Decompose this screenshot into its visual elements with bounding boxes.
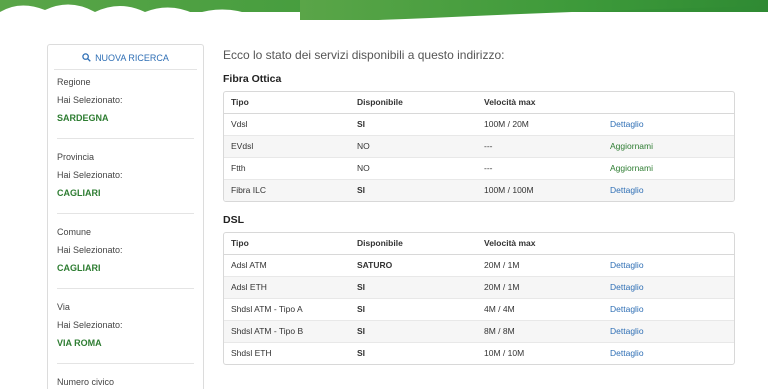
sidebar-block-via: Via Hai Selezionato: VIA ROMA (48, 298, 203, 352)
dettaglio-link[interactable]: Dettaglio (610, 260, 644, 270)
cell-tipo: Shdsl ATM - Tipo B (224, 319, 350, 342)
cell-disponibile: SATURO (357, 260, 393, 270)
table-row: Adsl ETH SI 20M / 1M Dettaglio (224, 275, 734, 298)
field-label: Regione (57, 77, 91, 87)
new-search-label: NUOVA RICERCA (95, 52, 169, 63)
dettaglio-link[interactable]: Dettaglio (610, 304, 644, 314)
sidebar-block-comune: Comune Hai Selezionato: CAGLIARI (48, 223, 203, 277)
table-header-row: Tipo Disponibile Velocità max (224, 233, 734, 255)
cell-tipo: Adsl ETH (224, 275, 350, 298)
cell-action: Dettaglio (603, 113, 734, 135)
cell-disponibile: SI (350, 275, 477, 298)
search-icon (82, 53, 91, 62)
cell-velocita: 4M / 4M (477, 297, 603, 320)
divider (57, 138, 194, 139)
cell-velocita: 20M / 1M (477, 275, 603, 298)
cell-tipo: Ftth (224, 156, 350, 179)
column-header: Disponibile (350, 92, 477, 114)
selected-value[interactable]: VIA ROMA (57, 334, 194, 352)
field-label: Numero civico (57, 377, 115, 387)
column-header: Tipo (224, 92, 350, 114)
cell-disponibile: SI (350, 297, 477, 320)
cell-velocita: 100M / 100M (477, 178, 603, 201)
new-search-button[interactable]: NUOVA RICERCA (54, 48, 197, 70)
cell-action: Dettaglio (603, 319, 734, 342)
cell-action: Dettaglio (603, 254, 734, 276)
table-row: Fibra ILC SI 100M / 100M Dettaglio (224, 178, 734, 201)
cell-tipo: Vdsl (231, 119, 248, 129)
services-table-fibra: Tipo Disponibile Velocità max Vdsl SI 10… (223, 91, 735, 202)
selected-label: Hai Selezionato: (57, 245, 123, 255)
selected-value[interactable]: SARDEGNA (57, 109, 194, 127)
header-banner (0, 0, 768, 34)
field-label: Via (57, 302, 70, 312)
cell-tipo: Adsl ATM (231, 260, 267, 270)
table-header-row: Tipo Disponibile Velocità max (224, 92, 734, 114)
cell-action: Aggiornami (603, 134, 734, 157)
sidebar-block-regione: Regione Hai Selezionato: SARDEGNA (48, 73, 203, 127)
column-header-empty (603, 92, 734, 114)
cell-disponibile: SI (357, 119, 366, 129)
column-header: Velocità max (477, 92, 603, 114)
cell-disponibile: SI (350, 178, 477, 201)
sidebar-block-provincia: Provincia Hai Selezionato: CAGLIARI (48, 148, 203, 202)
dettaglio-link[interactable]: Dettaglio (610, 119, 644, 129)
table-row: Shdsl ATM - Tipo A SI 4M / 4M Dettaglio (224, 297, 734, 320)
selected-label: Hai Selezionato: (57, 170, 123, 180)
column-header-empty (603, 233, 734, 255)
selected-value[interactable]: CAGLIARI (57, 184, 194, 202)
cell-action: Dettaglio (603, 297, 734, 320)
page-title: Ecco lo stato dei servizi disponibili a … (223, 48, 505, 62)
cell-velocita: 20M / 1M (484, 260, 520, 270)
cell-velocita: 100M / 20M (484, 119, 529, 129)
dettaglio-link[interactable]: Dettaglio (610, 185, 644, 195)
cell-disponibile: NO (350, 134, 477, 157)
table-row: Adsl ATM SATURO 20M / 1M Dettaglio (224, 254, 734, 276)
cell-velocita: --- (477, 134, 603, 157)
services-table-dsl: Tipo Disponibile Velocità max Adsl ATM S… (223, 232, 735, 365)
field-label: Provincia (57, 152, 95, 162)
divider (57, 213, 194, 214)
selected-value[interactable]: CAGLIARI (57, 259, 194, 277)
selected-label: Hai Selezionato: (57, 320, 123, 330)
selected-label: Hai Selezionato: (57, 95, 123, 105)
section-title-dsl: DSL (223, 214, 244, 226)
cell-tipo: Shdsl ETH (224, 341, 350, 364)
dettaglio-link[interactable]: Dettaglio (610, 348, 644, 358)
column-header: Velocità max (477, 233, 603, 255)
table-row: Ftth NO --- Aggiornami (224, 156, 734, 179)
sidebar-block-numero-civico: Numero civico (48, 373, 203, 391)
cell-tipo: Fibra ILC (224, 178, 350, 201)
cell-action: Dettaglio (603, 341, 734, 364)
divider (57, 363, 194, 364)
table-row: Shdsl ETH SI 10M / 10M Dettaglio (224, 341, 734, 364)
cell-velocita: 10M / 10M (477, 341, 603, 364)
aggiornami-link[interactable]: Aggiornami (610, 141, 653, 151)
cell-velocita: 8M / 8M (477, 319, 603, 342)
table-row: Shdsl ATM - Tipo B SI 8M / 8M Dettaglio (224, 319, 734, 342)
cell-action: Dettaglio (603, 275, 734, 298)
section-title-fibra: Fibra Ottica (223, 73, 282, 85)
services-main: Ecco lo stato dei servizi disponibili a … (223, 44, 735, 365)
field-label: Comune (57, 227, 92, 237)
cell-velocita: --- (477, 156, 603, 179)
column-header: Disponibile (350, 233, 477, 255)
divider (57, 288, 194, 289)
dettaglio-link[interactable]: Dettaglio (610, 326, 644, 336)
search-sidebar: NUOVA RICERCA Regione Hai Selezionato: S… (47, 44, 204, 389)
cell-disponibile: NO (350, 156, 477, 179)
cell-action: Dettaglio (603, 178, 734, 201)
cell-disponibile: SI (350, 319, 477, 342)
table-row: Vdsl SI 100M / 20M Dettaglio (224, 113, 734, 135)
dettaglio-link[interactable]: Dettaglio (610, 282, 644, 292)
cell-tipo: EVdsl (224, 134, 350, 157)
column-header: Tipo (224, 233, 350, 255)
cell-action: Aggiornami (603, 156, 734, 179)
table-row: EVdsl NO --- Aggiornami (224, 134, 734, 157)
cell-tipo: Shdsl ATM - Tipo A (224, 297, 350, 320)
cell-disponibile: SI (350, 341, 477, 364)
aggiornami-link[interactable]: Aggiornami (610, 163, 653, 173)
